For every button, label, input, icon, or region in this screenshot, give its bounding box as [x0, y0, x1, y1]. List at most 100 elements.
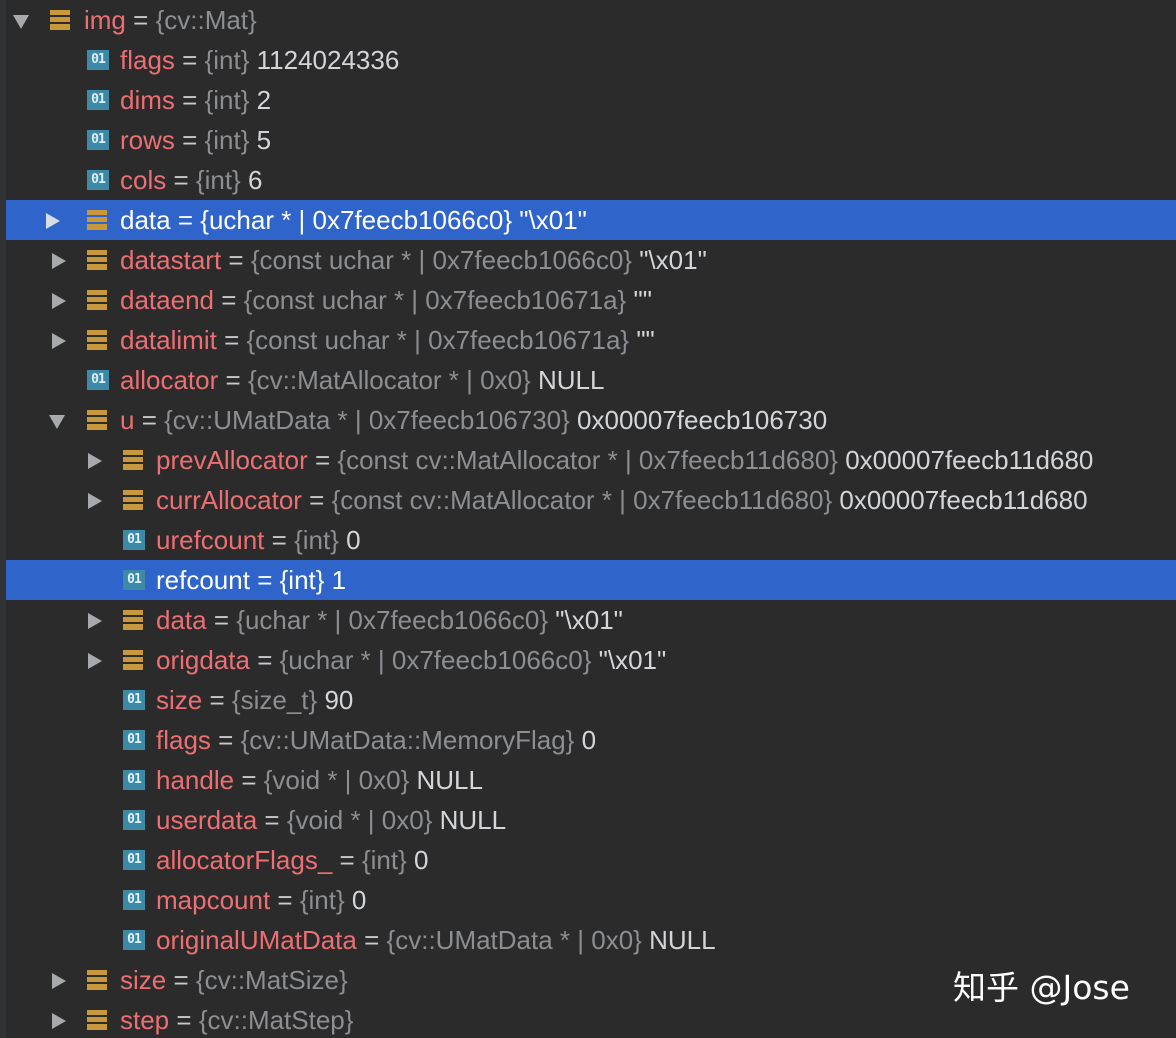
variable-type: {cv::MatSize}	[195, 965, 348, 995]
equals-sign: =	[173, 965, 189, 995]
chevron-right-icon[interactable]	[84, 480, 104, 520]
variable-rows: img = {cv::Mat} 01 flags = {int} 112402433…	[0, 0, 1176, 1038]
variable-row-userdata[interactable]: 01 userdata = {void * | 0x0} NULL	[0, 800, 1176, 840]
chevron-down-icon[interactable]	[12, 0, 32, 40]
variable-value: NULL	[416, 765, 483, 795]
variable-type: {const uchar * | 0x7feecb10671a}	[243, 285, 627, 315]
variable-row-data[interactable]: data = {uchar * | 0x7feecb1066c0} "\x01"	[6, 200, 1176, 240]
variable-row-origdata[interactable]: origdata = {uchar * | 0x7feecb1066c0} "\…	[0, 640, 1176, 680]
equals-sign: =	[257, 645, 273, 675]
equals-sign: =	[218, 725, 234, 755]
variable-name: size	[156, 685, 203, 715]
primitive-value-icon: 01	[87, 370, 109, 390]
equals-sign: =	[264, 805, 280, 835]
variable-row-allocator[interactable]: 01 allocator = {cv::MatAllocator * | 0x0}…	[0, 360, 1176, 400]
variable-text: handle = {void * | 0x0} NULL	[156, 760, 483, 800]
primitive-value-icon: 01	[123, 570, 145, 590]
chevron-down-icon[interactable]	[48, 400, 68, 440]
variable-name: data	[120, 205, 171, 235]
variable-row-refcount[interactable]: 01 refcount = {int} 1	[6, 560, 1176, 600]
variable-row-rows[interactable]: 01 rows = {int} 5	[0, 120, 1176, 160]
variable-row-mapcount[interactable]: 01 mapcount = {int} 0	[0, 880, 1176, 920]
variable-name: prevAllocator	[156, 445, 308, 475]
struct-icon	[87, 410, 107, 430]
variable-text: size = {size_t} 90	[156, 680, 353, 720]
equals-sign: =	[364, 925, 380, 955]
equals-sign: =	[314, 445, 331, 475]
variable-row-cols[interactable]: 01 cols = {int} 6	[0, 160, 1176, 200]
struct-icon	[123, 610, 143, 630]
variable-type: {cv::UMatData * | 0x7feecb106730}	[164, 405, 570, 435]
variable-row-originalUMatData[interactable]: 01 originalUMatData = {cv::UMatData * | 0…	[0, 920, 1176, 960]
variable-type: {cv::MatAllocator * | 0x0}	[247, 365, 531, 395]
struct-icon	[123, 490, 143, 510]
variable-value: 90	[324, 685, 354, 715]
variable-row-img[interactable]: img = {cv::Mat}	[0, 0, 1176, 40]
variable-name: datalimit	[120, 325, 217, 355]
variable-value: 0	[414, 845, 429, 875]
variable-text: step = {cv::MatStep}	[120, 1000, 353, 1038]
struct-icon	[87, 1010, 107, 1030]
struct-icon	[123, 450, 143, 470]
variable-text: u = {cv::UMatData * | 0x7feecb106730} 0x…	[120, 400, 827, 440]
chevron-right-icon[interactable]	[48, 240, 68, 280]
variable-row-flags[interactable]: 01 flags = {int} 1124024336	[0, 40, 1176, 80]
variable-type: {cv::UMatData * | 0x0}	[386, 925, 642, 955]
primitive-value-icon: 01	[123, 890, 145, 910]
variable-value: "\x01"	[598, 645, 667, 675]
debugger-variables-tree: img = {cv::Mat} 01 flags = {int} 112402433…	[0, 0, 1176, 1038]
chevron-right-icon[interactable]	[84, 440, 104, 480]
chevron-right-icon[interactable]	[84, 600, 104, 640]
variable-value: 0	[581, 725, 597, 755]
chevron-right-icon[interactable]	[48, 1000, 68, 1038]
variable-row-prevAllocator[interactable]: prevAllocator = {const cv::MatAllocator …	[0, 440, 1176, 480]
chevron-right-icon[interactable]	[48, 280, 68, 320]
variable-value: 0	[351, 885, 367, 915]
struct-icon	[87, 330, 107, 350]
equals-sign: =	[176, 1005, 192, 1035]
variable-type: {int}	[279, 565, 325, 595]
equals-sign: =	[182, 45, 198, 75]
variable-row-size[interactable]: 01 size = {size_t} 90	[0, 680, 1176, 720]
variable-type: {int}	[204, 85, 250, 115]
variable-text: datalimit = {const uchar * | 0x7feecb106…	[120, 320, 655, 360]
variable-row-u[interactable]: u = {cv::UMatData * | 0x7feecb106730} 0x…	[0, 400, 1176, 440]
primitive-value-icon: 01	[123, 690, 145, 710]
variable-name: handle	[156, 765, 235, 795]
variable-value: 0x00007feecb11d680	[839, 485, 1088, 515]
variable-row-flags[interactable]: 01 flags = {cv::UMatData::MemoryFlag} 0	[0, 720, 1176, 760]
variable-row-urefcount[interactable]: 01 urefcount = {int} 0	[0, 520, 1176, 560]
variable-row-data[interactable]: data = {uchar * | 0x7feecb1066c0} "\x01"	[0, 600, 1176, 640]
variable-name: mapcount	[156, 885, 271, 915]
variable-text: size = {cv::MatSize}	[120, 960, 348, 1000]
variable-value: NULL	[537, 365, 605, 395]
variable-type: {int}	[299, 885, 345, 915]
chevron-right-icon[interactable]	[48, 320, 68, 360]
primitive-value-icon: 01	[87, 50, 109, 70]
primitive-value-icon: 01	[123, 530, 145, 550]
variable-name: flags	[120, 45, 175, 75]
variable-text: currAllocator = {const cv::MatAllocator …	[156, 480, 1088, 520]
struct-icon	[87, 210, 107, 230]
variable-row-datalimit[interactable]: datalimit = {const uchar * | 0x7feecb106…	[0, 320, 1176, 360]
variable-row-datastart[interactable]: datastart = {const uchar * | 0x7feecb106…	[0, 240, 1176, 280]
struct-icon	[50, 10, 70, 30]
variable-row-currAllocator[interactable]: currAllocator = {const cv::MatAllocator …	[0, 480, 1176, 520]
variable-name: refcount	[156, 565, 250, 595]
variable-text: allocator = {cv::MatAllocator * | 0x0} N…	[120, 360, 604, 400]
chevron-right-icon[interactable]	[84, 640, 104, 680]
chevron-right-icon[interactable]	[48, 960, 68, 1000]
variable-name: allocatorFlags_	[156, 845, 333, 875]
variable-type: {int}	[204, 45, 250, 75]
variable-row-dataend[interactable]: dataend = {const uchar * | 0x7feecb10671…	[0, 280, 1176, 320]
variable-value: 0x00007feecb11d680	[845, 445, 1094, 475]
equals-sign: =	[221, 285, 237, 315]
variable-row-allocatorFlags_[interactable]: 01 allocatorFlags_ = {int} 0	[0, 840, 1176, 880]
equals-sign: =	[257, 565, 273, 595]
chevron-right-icon[interactable]	[42, 200, 62, 240]
variable-row-handle[interactable]: 01 handle = {void * | 0x0} NULL	[0, 760, 1176, 800]
equals-sign: =	[173, 165, 189, 195]
primitive-value-icon: 01	[87, 130, 109, 150]
variable-row-dims[interactable]: 01 dims = {int} 2	[0, 80, 1176, 120]
variable-value: "\x01"	[639, 245, 707, 275]
